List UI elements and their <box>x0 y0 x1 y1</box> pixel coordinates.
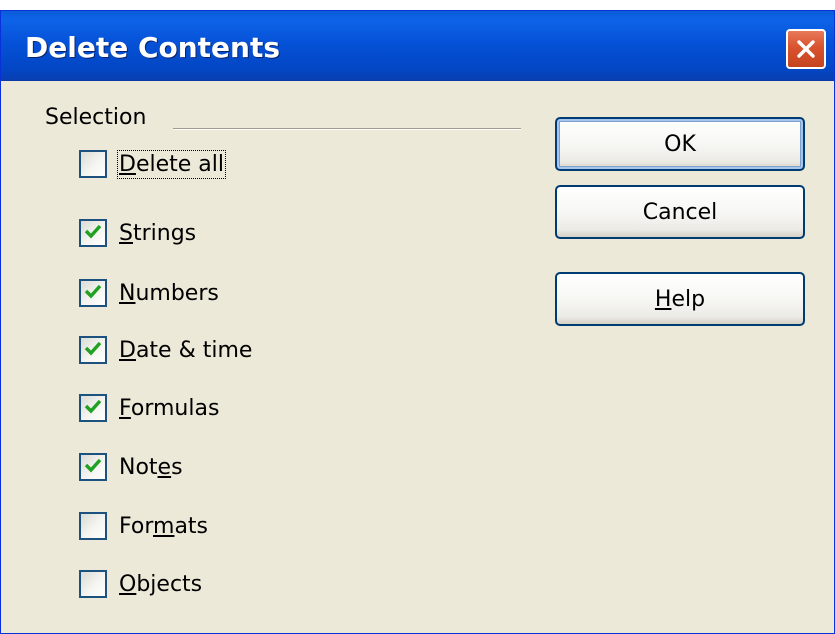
strings-checkbox[interactable]: Strings <box>79 216 196 250</box>
numbers-checkbox-box[interactable] <box>79 279 107 307</box>
delete-all-label[interactable]: Delete all <box>117 149 226 179</box>
formulas-checkbox-box[interactable] <box>79 394 107 422</box>
numbers-label[interactable]: Numbers <box>119 281 219 306</box>
ok-button[interactable]: OK <box>555 117 805 171</box>
checkmark-icon <box>84 398 102 418</box>
checkmark-icon <box>84 457 102 477</box>
objects-label[interactable]: Objects <box>119 572 202 597</box>
strings-label[interactable]: Strings <box>119 221 196 246</box>
formats-label[interactable]: Formats <box>119 514 208 539</box>
selection-group-divider <box>173 128 521 130</box>
strings-checkbox-box[interactable] <box>79 219 107 247</box>
notes-checkbox[interactable]: Notes <box>79 450 183 484</box>
notes-checkbox-box[interactable] <box>79 453 107 481</box>
selection-group-label: Selection <box>45 105 147 130</box>
delete-all-checkbox[interactable]: Delete all <box>79 147 226 181</box>
help-button[interactable]: Help <box>555 272 805 326</box>
numbers-checkbox[interactable]: Numbers <box>79 276 219 310</box>
title-bar[interactable]: Delete Contents <box>1 11 834 81</box>
checkmark-icon <box>84 223 102 243</box>
date-time-label[interactable]: Date & time <box>119 338 252 363</box>
date-time-checkbox[interactable]: Date & time <box>79 333 252 367</box>
formats-checkbox-box[interactable] <box>79 512 107 540</box>
formulas-label[interactable]: Formulas <box>119 396 219 421</box>
cancel-button[interactable]: Cancel <box>555 185 805 239</box>
delete-all-checkbox-box[interactable] <box>79 150 107 178</box>
formulas-checkbox[interactable]: Formulas <box>79 391 219 425</box>
checkmark-icon <box>84 283 102 303</box>
date-time-checkbox-box[interactable] <box>79 336 107 364</box>
formats-checkbox[interactable]: Formats <box>79 509 208 543</box>
notes-label[interactable]: Notes <box>119 455 183 480</box>
objects-checkbox[interactable]: Objects <box>79 567 202 601</box>
objects-checkbox-box[interactable] <box>79 570 107 598</box>
delete-contents-dialog: Delete Contents Selection Delete all Str… <box>0 10 835 634</box>
dialog-title: Delete Contents <box>25 31 281 64</box>
close-icon <box>795 38 817 60</box>
close-button[interactable] <box>786 29 826 69</box>
checkmark-icon <box>84 340 102 360</box>
